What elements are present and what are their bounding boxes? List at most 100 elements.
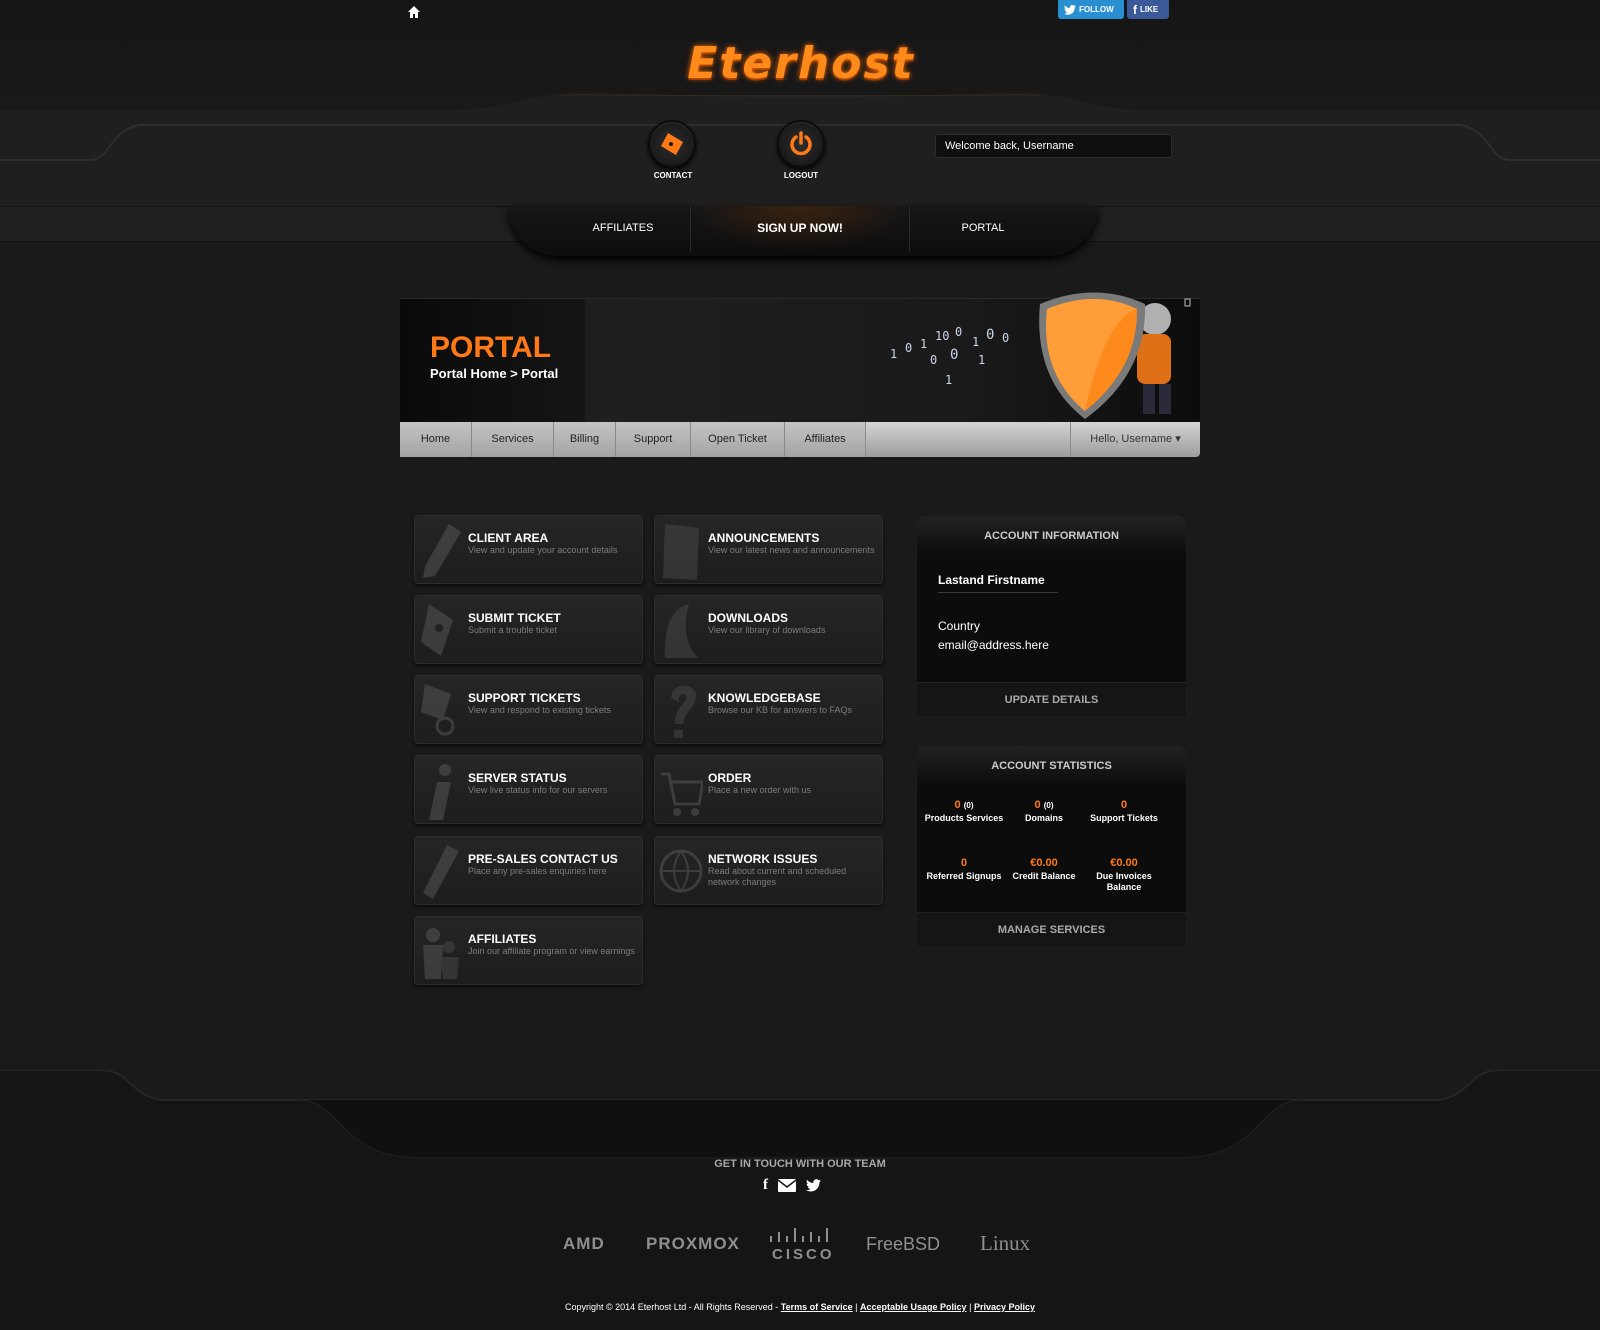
tile-affiliates[interactable]: AFFILIATES Join our affiliate program or … [414, 916, 643, 985]
subnav-support[interactable]: Support [616, 422, 691, 457]
aup-link[interactable]: Acceptable Usage Policy [860, 1302, 967, 1312]
logout-button[interactable] [777, 120, 825, 168]
brand-linux: Linux [980, 1231, 1031, 1255]
shield-mascot [1039, 292, 1191, 419]
tile-title: NETWORK ISSUES [708, 852, 818, 866]
tile-support-tickets[interactable]: SUPPORT TICKETS View and respond to exist… [414, 675, 643, 744]
tile-pre-sales-contact-us[interactable]: PRE-SALES CONTACT US Place any pre-sales … [414, 836, 643, 905]
tile-submit-ticket[interactable]: SUBMIT TICKET Submit a trouble ticket [414, 595, 643, 664]
page-banner: PORTAL Portal Home > Portal 101 10 0 1 000… [400, 292, 1200, 423]
contact-button[interactable] [648, 120, 696, 168]
question-icon [671, 685, 696, 738]
ticket-icon [421, 604, 453, 656]
newspaper-icon [663, 524, 699, 580]
subnav-open-ticket[interactable]: Open Ticket [691, 422, 785, 457]
copyright-text: Copyright © 2014 Eterhost Ltd - All Righ… [565, 1302, 779, 1312]
account-information-heading: ACCOUNT INFORMATION [917, 516, 1186, 556]
subnav-billing[interactable]: Billing [554, 422, 616, 457]
contact-label: CONTACT [653, 171, 693, 180]
tile-knowledgebase[interactable]: KNOWLEDGEBASE Browse our KB for answers t… [654, 675, 883, 744]
twitter-icon [1064, 4, 1076, 15]
stat-value: 0 [954, 799, 961, 811]
account-information-panel: ACCOUNT INFORMATION Lastand Firstname Co… [916, 515, 1187, 717]
tile-announcements[interactable]: ANNOUNCEMENTS View our latest news and an… [654, 515, 883, 584]
facebook-icon: f [1133, 2, 1137, 17]
stat-label: Products Services [924, 813, 1004, 823]
stat-value: 0 [1034, 799, 1041, 811]
main-nav: AFFILIATES SIGN UP NOW! PORTAL [508, 206, 1098, 256]
tile-server-status[interactable]: SERVER STATUS View live status info for o… [414, 755, 643, 824]
tile-description: View our latest news and announcements [708, 545, 875, 555]
stat-value: 0 [960, 857, 968, 869]
tile-description: View our library of downloads [708, 625, 826, 635]
nav-affiliates[interactable]: AFFILIATES [548, 206, 698, 251]
stat-subvalue: (0) [1043, 801, 1054, 810]
cisco-bars-icon [770, 1228, 828, 1242]
facebook-icon[interactable]: f [763, 1177, 768, 1194]
tile-title: SUPPORT TICKETS [468, 691, 581, 705]
update-details-button[interactable]: UPDATE DETAILS [917, 682, 1186, 716]
brand-cisco: CISCO [772, 1246, 835, 1263]
nav-portal[interactable]: PORTAL [908, 206, 1058, 251]
tile-title: CLIENT AREA [468, 531, 549, 545]
copyright: Copyright © 2014 Eterhost Ltd - All Righ… [420, 1302, 1180, 1312]
tile-title: DOWNLOADS [708, 611, 788, 625]
breadcrumb: Portal Home > Portal [430, 366, 559, 381]
account-name: Lastand Firstname [938, 573, 1058, 593]
tile-title: SUBMIT TICKET [468, 611, 561, 625]
tile-description: Submit a trouble ticket [468, 625, 558, 635]
tile-order[interactable]: ORDER Place a new order with us [654, 755, 883, 824]
like-label: LIKE [1140, 5, 1159, 14]
tile-description: Place any pre-sales enquiries here [468, 866, 607, 876]
tile-description: View and respond to existing tickets [468, 705, 611, 715]
download-icon [664, 604, 699, 658]
power-icon [790, 131, 812, 156]
users-icon [423, 928, 459, 979]
tile-description: View live status info for our servers [468, 785, 608, 795]
stat-label: Referred Signups [926, 871, 1002, 881]
account-statistics-panel: ACCOUNT STATISTICS 0 (0) Products Service… [916, 745, 1187, 947]
footer-social-icons: f [763, 1177, 821, 1194]
stat-credit-balance: €0.00 Credit Balance [1004, 857, 1084, 882]
subnav-affiliates[interactable]: Affiliates [785, 422, 866, 457]
stat-subvalue: (0) [963, 801, 974, 810]
link-separator: | [969, 1302, 972, 1312]
stat-referred-signups: 0 Referred Signups [924, 857, 1004, 882]
manage-services-button[interactable]: MANAGE SERVICES [917, 912, 1186, 946]
account-statistics-heading: ACCOUNT STATISTICS [917, 746, 1186, 786]
brand-freebsd: FreeBSD [866, 1234, 941, 1254]
tile-network-issues[interactable]: NETWORK ISSUES Read about current and sch… [654, 836, 883, 905]
logout-label: LOGOUT [783, 171, 819, 180]
brand-amd: AMD [563, 1234, 605, 1253]
welcome-box: Welcome back, Username [935, 134, 1172, 158]
twitter-icon[interactable] [806, 1179, 821, 1192]
home-icon[interactable] [407, 5, 421, 19]
twitter-follow-button[interactable]: FOLLOW [1058, 0, 1124, 19]
tile-client-area[interactable]: CLIENT AREA View and update your account … [414, 515, 643, 584]
globe-icon [659, 849, 703, 893]
footer-decoration [0, 1070, 1600, 1330]
subnav-services[interactable]: Services [472, 422, 554, 457]
tile-title: SERVER STATUS [468, 771, 567, 785]
tile-downloads[interactable]: DOWNLOADS View our library of downloads [654, 595, 883, 664]
terms-link[interactable]: Terms of Service [781, 1302, 853, 1312]
ticket-search-icon [421, 684, 455, 736]
stat-value: €0.00 [1030, 857, 1058, 869]
stat-domains: 0 (0) Domains [1004, 799, 1084, 824]
tile-description: Place a new order with us [708, 785, 812, 795]
tile-description: Join our affiliate program or view earni… [468, 946, 635, 956]
mail-icon[interactable] [778, 1179, 796, 1192]
stat-value: €0.00 [1110, 857, 1138, 869]
facebook-like-button[interactable]: f LIKE [1127, 0, 1169, 19]
follow-label: FOLLOW [1079, 5, 1114, 14]
logo[interactable]: Eterhost [666, 36, 936, 92]
info-icon [429, 764, 451, 820]
subnav-home[interactable]: Home [400, 422, 472, 457]
privacy-link[interactable]: Privacy Policy [974, 1302, 1035, 1312]
stat-label: Credit Balance [1012, 871, 1076, 881]
user-menu[interactable]: Hello, Username ▾ [1070, 422, 1200, 457]
ticket-icon [661, 133, 683, 155]
stat-label: Support Tickets [1090, 813, 1158, 823]
nav-signup[interactable]: SIGN UP NOW! [690, 206, 910, 251]
tile-title: PRE-SALES CONTACT US [468, 852, 618, 866]
